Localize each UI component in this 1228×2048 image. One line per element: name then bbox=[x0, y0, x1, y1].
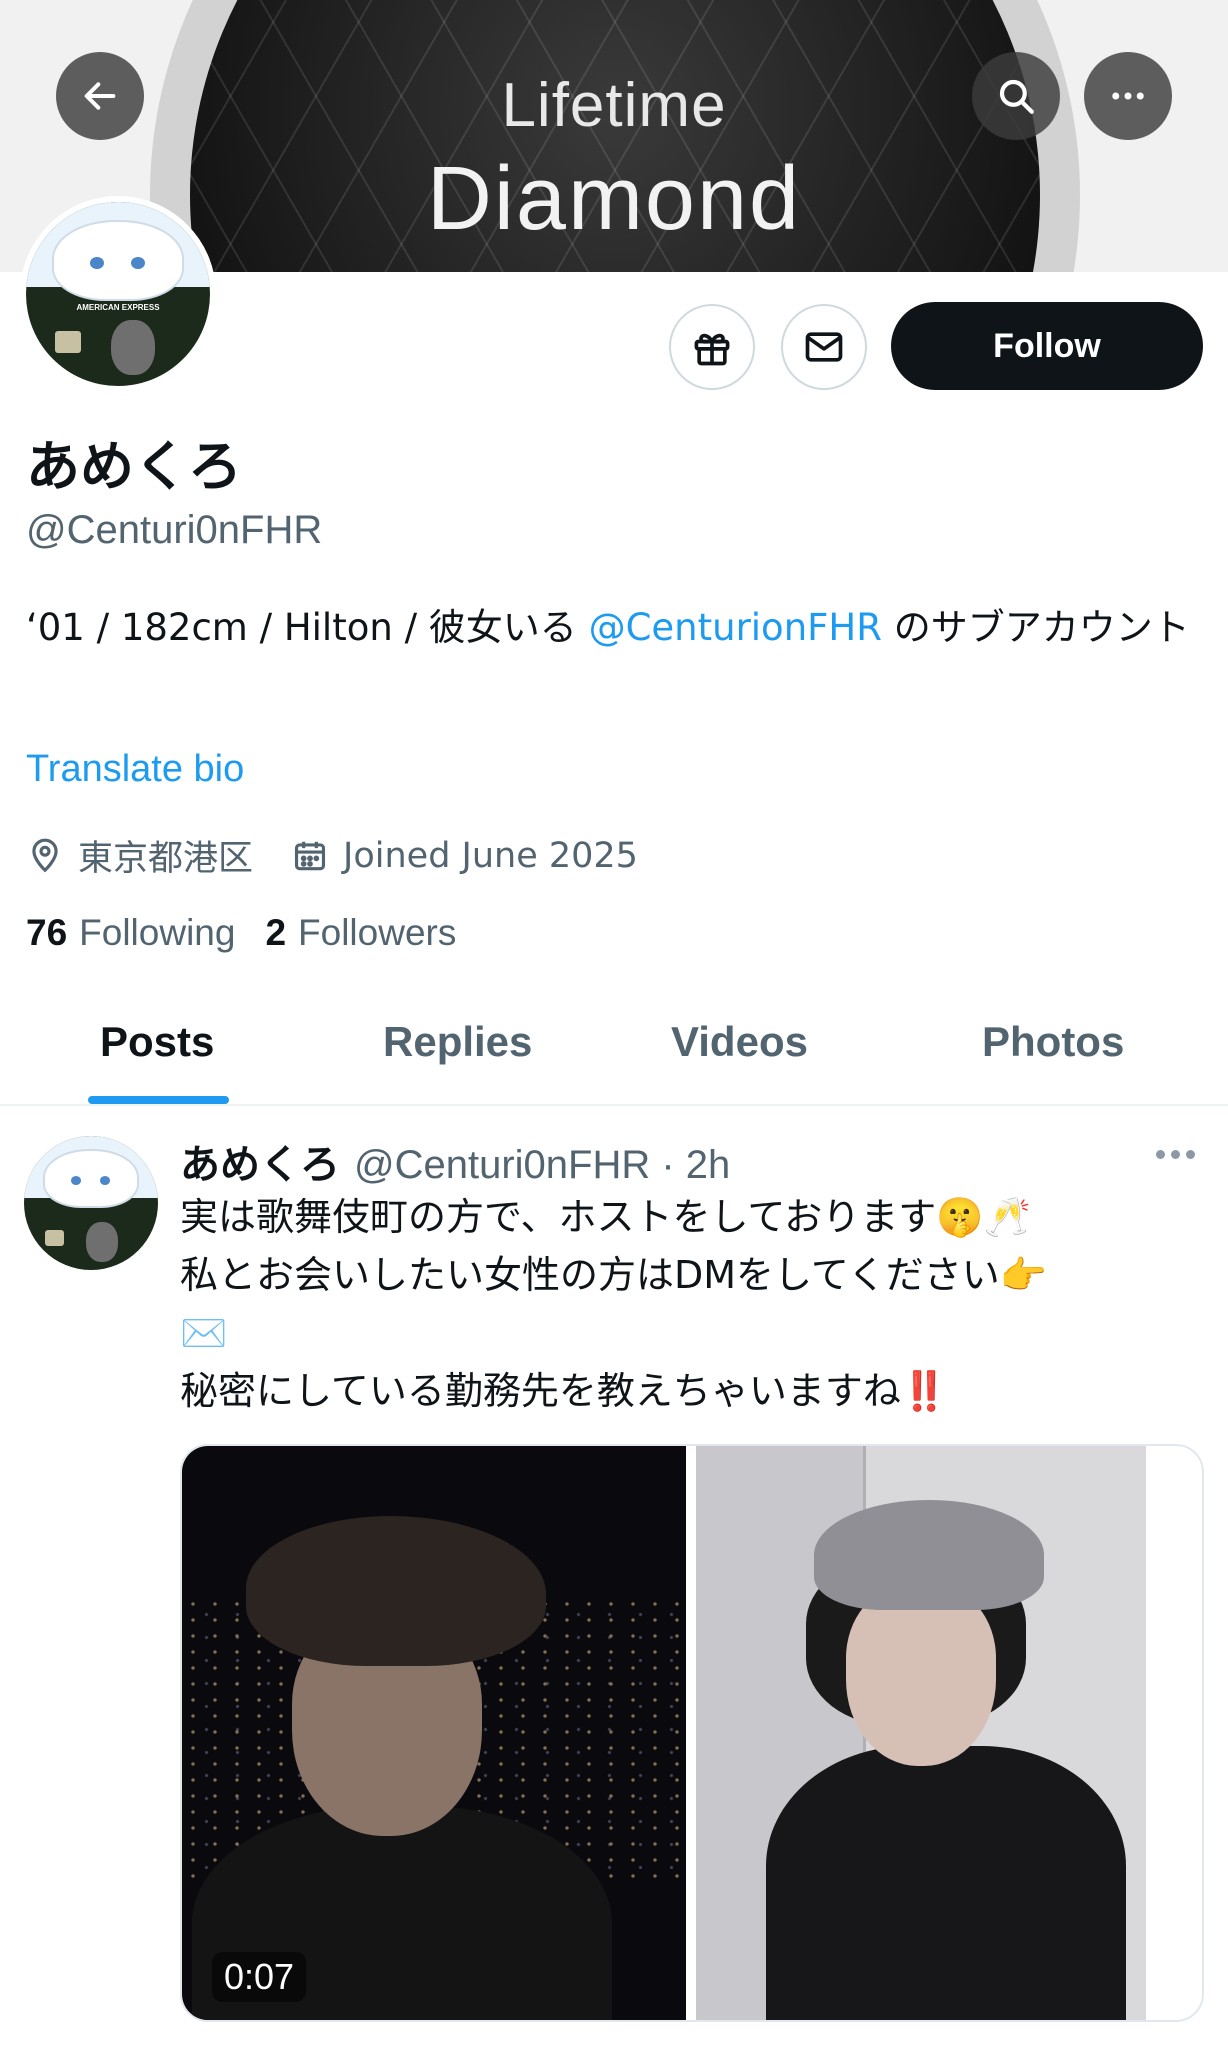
search-button[interactable] bbox=[972, 52, 1060, 140]
location-pin-icon bbox=[32, 838, 58, 872]
following-count: 76 bbox=[26, 912, 68, 953]
photo-person-body bbox=[766, 1746, 1126, 2020]
joined-text: Joined June 2025 bbox=[343, 835, 638, 876]
dot bbox=[1156, 1150, 1165, 1159]
avatar-character bbox=[51, 220, 185, 302]
followers-count: 2 bbox=[265, 912, 287, 953]
bio-text-end: のサブアカウント bbox=[881, 606, 1190, 649]
more-horizontal-icon bbox=[1112, 92, 1144, 100]
follow-button[interactable]: Follow bbox=[891, 302, 1203, 390]
avatar-eye-left bbox=[89, 257, 104, 270]
tab-posts[interactable]: Posts bbox=[100, 1018, 214, 1066]
post-avatar-image bbox=[24, 1136, 158, 1270]
post-avatar-card-portrait bbox=[85, 1221, 118, 1262]
avatar-card-portrait bbox=[110, 319, 155, 375]
followers-label: Followers bbox=[298, 912, 457, 953]
display-name: あめくろ bbox=[26, 435, 242, 498]
location-item: 東京都港区 bbox=[26, 830, 253, 881]
avatar-card-text: AMERICAN EXPRESS bbox=[76, 303, 160, 313]
active-tab-indicator bbox=[88, 1096, 229, 1104]
dot bbox=[1186, 1150, 1195, 1159]
photo-person-face bbox=[846, 1586, 996, 1766]
arrow-left-icon bbox=[84, 82, 116, 110]
post-photo[interactable] bbox=[696, 1446, 1146, 2020]
translate-bio-link[interactable]: Translate bio bbox=[26, 748, 244, 791]
profile-bio: ‘01 / 182cm / Hilton / 彼女いる @CenturionFH… bbox=[26, 598, 1206, 658]
post-author-handle-time[interactable]: @Centuri0nFHR · 2h bbox=[354, 1143, 730, 1188]
profile-avatar[interactable]: AMERICAN EXPRESS bbox=[20, 196, 216, 392]
gift-button[interactable] bbox=[669, 304, 755, 390]
profile-tabs: Posts Replies Videos Photos bbox=[0, 1000, 1228, 1106]
post-avatar-character bbox=[42, 1149, 140, 1209]
video-person-hair bbox=[246, 1516, 546, 1666]
photo-person-beanie bbox=[814, 1500, 1044, 1610]
user-handle: @Centuri0nFHR bbox=[26, 508, 323, 552]
message-button[interactable] bbox=[781, 304, 867, 390]
joined-item: Joined June 2025 bbox=[291, 836, 638, 876]
post-video[interactable]: 0:07 bbox=[182, 1446, 686, 2020]
video-duration-badge: 0:07 bbox=[212, 1952, 307, 2002]
more-options-button[interactable] bbox=[1084, 52, 1172, 140]
post-avatar-eye-left bbox=[70, 1176, 81, 1185]
location-text: 東京都港区 bbox=[78, 839, 254, 879]
bio-mention-link[interactable]: @CenturionFHR bbox=[589, 606, 882, 649]
post-media-grid[interactable]: 0:07 bbox=[180, 1444, 1204, 2022]
search-icon bbox=[999, 79, 1034, 114]
post-text: 実は歌舞伎町の方で、ホストをしております🤫🥂 私とお会いしたい女性の方はDMをし… bbox=[180, 1195, 1048, 1413]
followers-link[interactable]: 2 Followers bbox=[265, 912, 456, 954]
tab-videos[interactable]: Videos bbox=[671, 1018, 808, 1066]
avatar-image: AMERICAN EXPRESS bbox=[26, 202, 210, 386]
tab-photos[interactable]: Photos bbox=[982, 1018, 1124, 1066]
post-author-avatar[interactable] bbox=[24, 1136, 158, 1270]
post-more-button[interactable] bbox=[1156, 1150, 1201, 1159]
mail-icon bbox=[805, 332, 843, 362]
post-avatar-eye-right bbox=[100, 1176, 111, 1185]
profile-meta: 東京都港区 Joined June 2025 bbox=[26, 830, 676, 881]
follow-counts: 76 Following 2 Followers bbox=[26, 912, 486, 954]
post-author-name[interactable]: あめくろ bbox=[180, 1132, 340, 1190]
back-button[interactable] bbox=[56, 52, 144, 140]
calendar-icon bbox=[294, 841, 326, 870]
bio-text: ‘01 / 182cm / Hilton / 彼女いる bbox=[26, 606, 589, 649]
avatar-card-chip bbox=[55, 330, 82, 353]
following-link[interactable]: 76 Following bbox=[26, 912, 235, 954]
post-avatar-card-chip bbox=[45, 1229, 65, 1246]
gift-icon bbox=[694, 333, 730, 366]
tab-replies[interactable]: Replies bbox=[383, 1018, 532, 1066]
post-header: あめくろ @Centuri0nFHR · 2h bbox=[180, 1132, 730, 1190]
avatar-eye-right bbox=[130, 257, 145, 270]
dot bbox=[1171, 1150, 1180, 1159]
following-label: Following bbox=[79, 912, 236, 953]
